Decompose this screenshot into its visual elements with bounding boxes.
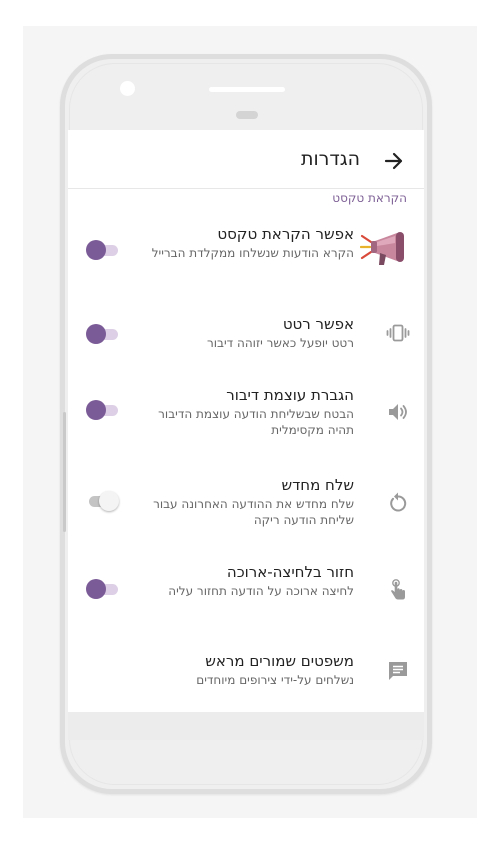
setting-title: אפשר הקראת טקסט [217, 225, 354, 243]
replay-icon [386, 491, 410, 515]
toggle-thumb [86, 400, 106, 420]
side-button [63, 412, 66, 532]
setting-resend[interactable]: שלח מחדש שלח מחדש את ההודעה האחרונה עבור… [68, 476, 424, 534]
camera-icon [120, 81, 135, 96]
toggle-thumb [86, 579, 106, 599]
setting-title: חזור בלחיצה-ארוכה [226, 563, 354, 581]
vibration-icon [386, 321, 410, 345]
setting-summary: שלח מחדש את ההודעה האחרונה עבור שליחת הו… [153, 497, 354, 527]
back-button[interactable] [383, 151, 405, 171]
toggle-thumb [86, 240, 106, 260]
toggle-switch[interactable] [85, 490, 121, 512]
earpiece [209, 87, 285, 92]
setting-summary: רטט יופעל כאשר יזוהה דיבור [206, 336, 354, 350]
setting-summary: נשלחים על-ידי צירופים מיוחדים [196, 673, 354, 687]
bottom-bar [68, 712, 424, 740]
toggle-switch[interactable] [85, 239, 121, 261]
app-bar: הגדרות [68, 130, 424, 189]
toggle-thumb [99, 491, 119, 511]
arrow-right-icon [384, 152, 403, 170]
section-header: הקראת טקסט [332, 191, 407, 205]
megaphone-icon [360, 231, 412, 267]
setting-title: משפטים שמורים מראש [205, 652, 354, 670]
setting-long-press-repeat[interactable]: חזור בלחיצה-ארוכה לחיצה ארוכה על הודעה ת… [68, 563, 424, 621]
setting-summary: הקרא הודעות שנשלחו ממקלדת הברייל [151, 246, 354, 260]
setting-enable-vibration[interactable]: אפשר רטט רטט יופעל כאשר יזוהה דיבור [68, 315, 424, 357]
sensor [236, 111, 258, 119]
toggle-switch[interactable] [85, 578, 121, 600]
setting-saved-phrases[interactable]: משפטים שמורים מראש נשלחים על-ידי צירופים… [68, 652, 424, 696]
setting-title: אפשר רטט [282, 315, 354, 333]
volume-icon [386, 400, 410, 424]
setting-volume-boost[interactable]: הגברת עוצמת דיבור הבטח שבשליחת הודעה עוצ… [68, 386, 424, 444]
toggle-switch[interactable] [85, 323, 121, 345]
setting-enable-text-reading[interactable]: אפשר הקראת טקסט הקרא הודעות שנשלחו ממקלד… [68, 225, 424, 285]
message-icon [386, 659, 410, 683]
setting-summary: הבטח שבשליחת הודעה עוצמת הדיבור תהיה מקס… [158, 407, 354, 437]
page-title: הגדרות [300, 148, 360, 170]
touch-hand-icon [386, 578, 410, 602]
toggle-switch[interactable] [85, 399, 121, 421]
setting-summary: לחיצה ארוכה על הודעה תחזור עליה [168, 584, 354, 598]
setting-title: שלח מחדש [281, 476, 354, 494]
toggle-thumb [86, 324, 106, 344]
setting-title: הגברת עוצמת דיבור [226, 386, 354, 404]
settings-screen: הגדרות הקראת טקסט אפשר הקראת טקסט הקרא ה… [68, 130, 424, 712]
